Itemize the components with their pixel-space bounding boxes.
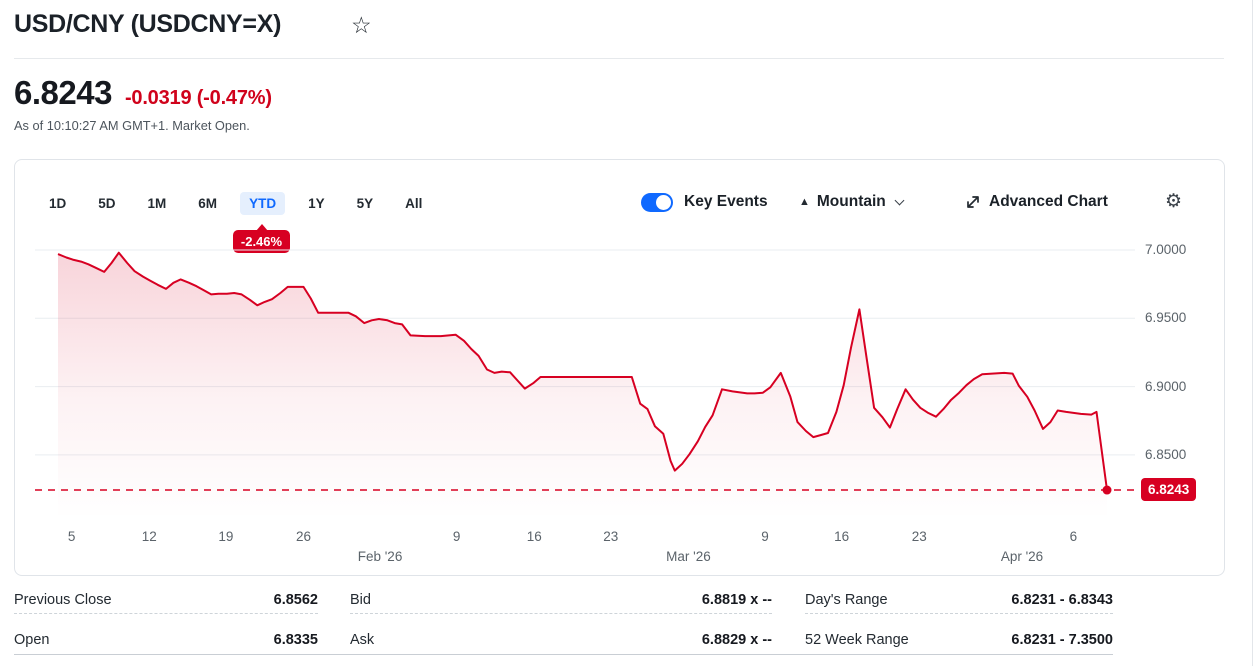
row-divider-solid: [14, 654, 1113, 655]
y-axis-label: 6.9000: [1145, 378, 1187, 394]
price-row: 6.8243 -0.0319 (-0.47%): [14, 74, 272, 112]
stat-label: Ask: [350, 632, 375, 648]
tab-1y[interactable]: 1Y: [299, 192, 334, 215]
key-events-toggle[interactable]: [641, 192, 673, 212]
chart-type-label: Mountain: [816, 193, 886, 210]
chart-type-dropdown[interactable]: ▲ Mountain: [799, 190, 905, 214]
x-axis-day-label: 12: [141, 529, 157, 544]
x-axis-month-label: Feb '26: [357, 549, 403, 564]
x-axis-day-label: 5: [67, 529, 76, 544]
row-divider-dashed: [350, 613, 772, 614]
key-events-group: Key Events: [641, 190, 768, 214]
mountain-icon: ▲: [799, 196, 810, 208]
x-axis-day-label: 26: [295, 529, 311, 544]
price-change: -0.0319 (-0.47%): [124, 87, 272, 109]
x-axis-day-label: 9: [761, 529, 769, 544]
stat-cell: Ask 6.8829 x --: [350, 629, 772, 651]
quote-page: USD/CNY (USDCNY=X) ☆ 6.8243 -0.0319 (-0.…: [0, 0, 1258, 666]
y-axis-label: 6.9500: [1145, 310, 1187, 326]
stat-value: 6.8829 x --: [701, 632, 772, 648]
x-axis-day-label: 6: [1069, 529, 1078, 544]
toggle-knob: [656, 194, 671, 210]
y-axis-label: 6.8500: [1145, 446, 1187, 462]
stat-value: 6.8819 x --: [701, 592, 772, 608]
stat-label: Day's Range: [805, 592, 888, 608]
stat-label: Bid: [350, 592, 371, 608]
stat-label: Previous Close: [14, 592, 112, 608]
current-price: 6.8243: [14, 74, 112, 111]
stat-value: 6.8562: [273, 592, 318, 608]
stat-value: 6.8231 - 6.8343: [1011, 592, 1113, 608]
last-price-dot: [1102, 485, 1112, 495]
x-axis-day-label: 19: [218, 529, 234, 544]
x-axis-month-label: Mar '26: [666, 549, 711, 564]
tab-5y[interactable]: 5Y: [348, 192, 383, 215]
stat-cell: 52 Week Range 6.8231 - 7.3500: [805, 629, 1113, 651]
tab-1m[interactable]: 1M: [139, 192, 176, 215]
gear-icon[interactable]: ⚙: [1165, 190, 1182, 213]
current-price-badge: 6.8243: [1141, 478, 1197, 501]
x-axis-day-label: 16: [526, 529, 542, 544]
advanced-chart-label: Advanced Chart: [989, 193, 1108, 210]
tab-5d[interactable]: 5D: [89, 192, 124, 215]
stat-cell: Bid 6.8819 x --: [350, 589, 772, 611]
advanced-chart-button[interactable]: Advanced Chart: [965, 190, 1108, 214]
as-of-status: As of 10:10:27 AM GMT+1. Market Open.: [14, 118, 250, 133]
tab-1d[interactable]: 1D: [40, 192, 75, 215]
stat-value: 6.8231 - 7.3500: [1011, 632, 1113, 648]
chart-svg: [35, 249, 1135, 520]
tab-all[interactable]: All: [396, 192, 431, 215]
x-axis-day-label: 23: [911, 529, 927, 544]
page-right-divider: [1252, 0, 1253, 666]
x-axis-day-label: 9: [452, 529, 461, 544]
stat-label: 52 Week Range: [805, 632, 909, 648]
row-divider-dashed: [14, 613, 318, 614]
stat-cell: Day's Range 6.8231 - 6.8343: [805, 589, 1113, 611]
stat-cell: Previous Close 6.8562: [14, 589, 318, 611]
row-divider-dashed: [805, 613, 1113, 614]
page-title: USD/CNY (USDCNY=X): [14, 10, 282, 38]
key-events-label: Key Events: [684, 193, 768, 210]
x-axis-day-label: 23: [603, 529, 619, 544]
stat-value: 6.8335: [273, 632, 318, 648]
header-divider: [14, 58, 1224, 59]
y-axis-label: 7.0000: [1145, 242, 1187, 257]
expand-diagonal-icon: [965, 194, 981, 210]
x-axis-month-label: Apr '26: [1000, 549, 1044, 564]
range-tabs: 1D 5D 1M 6M YTD 1Y 5Y All: [40, 192, 431, 215]
star-follow-icon[interactable]: ☆: [351, 11, 372, 39]
chevron-down-icon: [894, 195, 905, 205]
price-chart[interactable]: [35, 236, 1135, 522]
x-axis-day-label: 16: [834, 529, 850, 544]
stat-cell: Open 6.8335: [14, 629, 318, 651]
tab-ytd[interactable]: YTD: [240, 192, 286, 215]
tab-6m[interactable]: 6M: [189, 192, 226, 215]
stat-label: Open: [14, 632, 50, 648]
